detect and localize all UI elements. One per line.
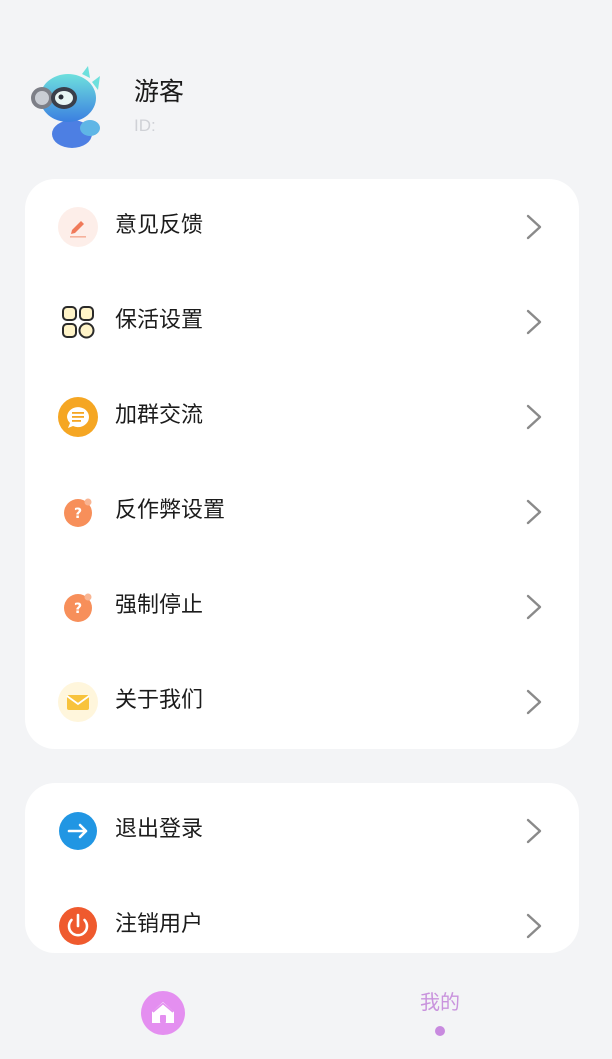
svg-text:?: ? [74,601,82,617]
feedback-pencil-icon [58,207,98,247]
arrow-right-circle-icon [59,812,97,850]
tab-mine-label: 我的 [420,990,460,1014]
menu-item-anti-cheat[interactable]: ? 反作弊设置 [25,464,579,559]
menu-item-logout[interactable]: 退出登录 [25,783,579,878]
tab-mine[interactable]: 我的 [400,986,480,1046]
chevron-right-icon [526,594,542,620]
menu-item-feedback[interactable]: 意见反馈 [25,179,579,274]
menu-item-join-group[interactable]: 加群交流 [25,369,579,464]
svg-text:?: ? [74,506,82,522]
menu-item-label: 注销用户 [115,912,204,937]
chevron-right-icon [526,404,542,430]
menu-item-force-stop[interactable]: ? 强制停止 [25,559,579,654]
user-id: ID: [134,116,156,135]
menu-item-label: 意见反馈 [115,213,204,238]
username: 游客 [134,77,185,106]
menu-item-label: 退出登录 [115,817,204,842]
menu-item-keepalive[interactable]: 保活设置 [25,274,579,369]
menu-item-label: 反作弊设置 [115,498,226,523]
active-tab-indicator [435,1026,445,1036]
chevron-right-icon [526,913,542,939]
account-card: 退出登录 注销用户 [25,783,579,953]
grid-apps-icon [62,306,95,339]
chat-bubble-icon [58,397,98,437]
menu-item-label: 加群交流 [115,403,204,428]
menu-item-about-us[interactable]: 关于我们 [25,654,579,749]
settings-card: 意见反馈 保活设置 加群交流 ? 反作弊设置 ? 强制停止 关于我们 [25,179,579,749]
bottom-tab-bar: 我的 [0,968,612,1059]
power-icon [59,907,97,945]
chevron-right-icon [526,818,542,844]
question-icon: ? [64,498,92,527]
profile-header: 游客 ID: [30,62,590,152]
menu-item-label: 关于我们 [115,688,204,713]
menu-item-delete-account[interactable]: 注销用户 [25,878,579,973]
chevron-right-icon [526,499,542,525]
chevron-right-icon [526,689,542,715]
mail-envelope-icon [58,682,98,722]
menu-item-label: 保活设置 [115,308,204,333]
home-icon[interactable] [140,990,186,1036]
chevron-right-icon [526,214,542,240]
chevron-right-icon [526,309,542,335]
menu-item-label: 强制停止 [115,593,204,618]
avatar[interactable] [30,64,110,150]
question-icon: ? [64,593,92,622]
